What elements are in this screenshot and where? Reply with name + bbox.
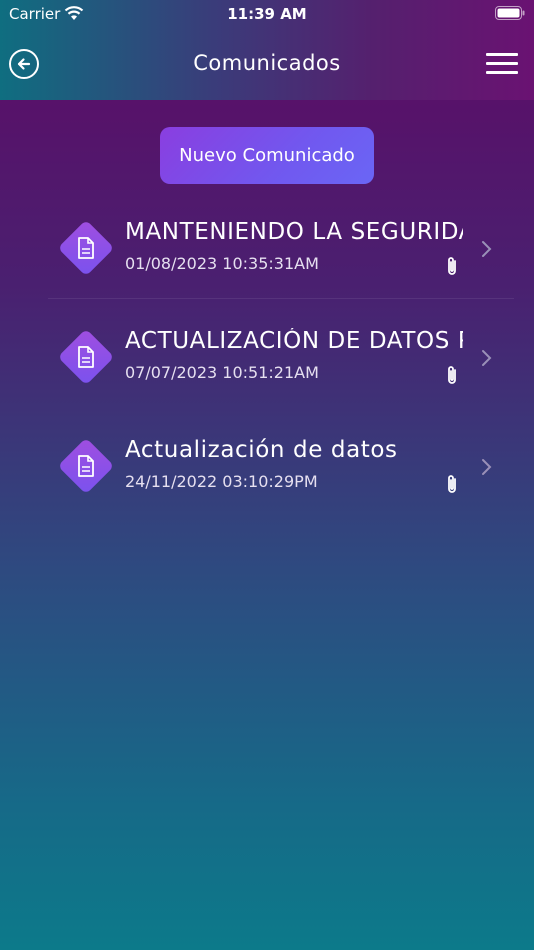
paperclip-icon [448,366,456,384]
new-announcement-button[interactable]: Nuevo Comunicado [160,127,374,184]
document-icon [78,346,94,368]
list-item[interactable]: MANTENIENDO LA SEGURIDAD 01/08/2023 10:3… [0,200,534,308]
list-item[interactable]: Actualización de datos 24/11/2022 03:10:… [0,418,534,526]
item-date: 07/07/2023 10:51:21AM [125,363,319,382]
divider [48,298,514,299]
item-title: MANTENIENDO LA SEGURIDAD [125,219,463,245]
chevron-right-icon [482,459,492,475]
list-item[interactable]: ACTUALIZACIÓN DE DATOS PERSONALES 07/07/… [0,309,534,417]
item-date: 24/11/2022 03:10:29PM [125,472,318,491]
chevron-right-icon [482,241,492,257]
hamburger-menu-icon [486,53,518,56]
item-title: ACTUALIZACIÓN DE DATOS PERSONALES [125,328,463,354]
chevron-right-icon [482,350,492,366]
document-icon [78,237,94,259]
document-icon [78,455,94,477]
status-time: 11:39 AM [227,5,307,23]
page-title: Comunicados [193,51,341,75]
battery-icon [495,6,525,20]
paperclip-icon [448,257,456,275]
status-bar: Carrier 11:39 AM [0,0,534,28]
item-date: 01/08/2023 10:35:31AM [125,254,319,273]
header-bar: Carrier 11:39 AM Comunicados [0,0,534,100]
menu-button[interactable] [486,53,518,75]
item-title: Actualización de datos [125,437,398,463]
paperclip-icon [448,475,456,493]
